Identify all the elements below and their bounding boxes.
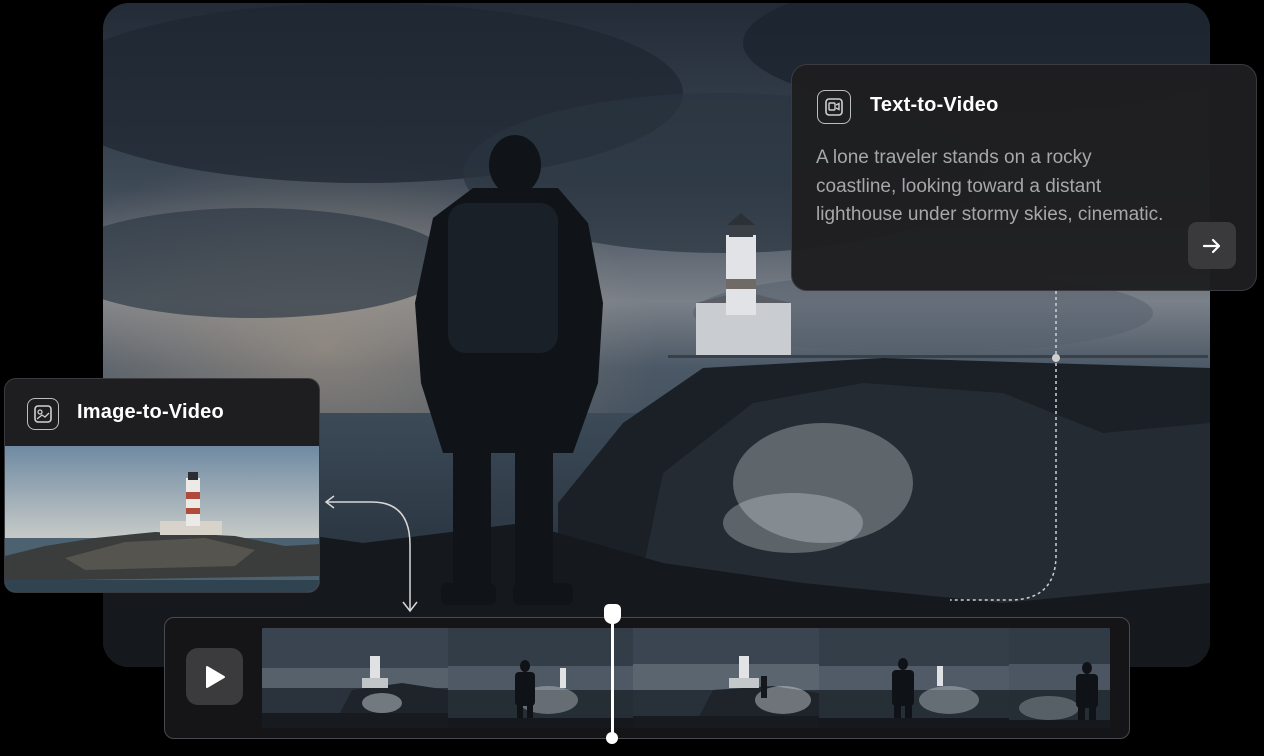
arrow-right-icon [1202,238,1221,253]
playhead[interactable] [611,616,614,738]
frame-2[interactable] [448,628,633,728]
playhead-handle[interactable] [604,604,621,624]
source-image[interactable] [5,446,319,592]
send-button[interactable] [1188,222,1236,269]
text-to-video-card: Text-to-Video A lone traveler stands on … [791,64,1257,291]
playhead-end [606,732,618,744]
prompt-text[interactable]: A lone traveler stands on a rocky coastl… [816,144,1166,230]
image-to-video-icon [27,398,59,430]
text-to-video-icon [817,90,851,124]
image-to-video-card: Image-to-Video [4,378,320,593]
text-to-video-title: Text-to-Video [870,94,999,116]
frame-3[interactable] [633,628,819,728]
frame-1[interactable] [262,628,448,728]
play-button[interactable] [186,648,243,705]
play-icon [205,665,225,688]
frame-5[interactable] [1009,628,1110,728]
frame-4[interactable] [819,628,1009,728]
image-to-video-title: Image-to-Video [77,401,224,423]
video-timeline [164,617,1130,739]
timeline-frames[interactable] [262,628,1110,728]
